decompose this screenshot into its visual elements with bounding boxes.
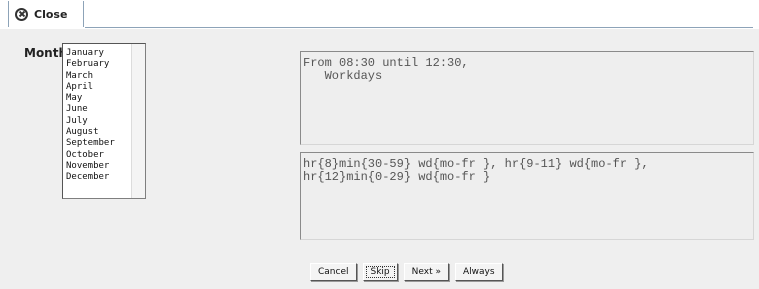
- month-label: Month: [24, 46, 68, 60]
- wizard-buttons: Cancel Skip Next » Always: [310, 263, 503, 281]
- close-button[interactable]: Close: [8, 1, 84, 27]
- month-option-august[interactable]: August: [66, 127, 115, 138]
- schedule-expression-text[interactable]: hr{8}min{30-59} wd{mo-fr }, hr{9-11} wd{…: [300, 152, 754, 240]
- month-option-september[interactable]: September: [66, 138, 115, 149]
- month-option-november[interactable]: November: [66, 161, 115, 172]
- month-option-december[interactable]: December: [66, 172, 115, 183]
- toolbar: Close: [0, 0, 759, 28]
- next-button[interactable]: Next »: [403, 263, 449, 281]
- close-label: Close: [34, 7, 68, 21]
- schedule-readable-text[interactable]: From 08:30 until 12:30, Workdays: [300, 51, 754, 145]
- month-options: January February March April May June Ju…: [66, 48, 115, 184]
- month-list-scrollbar[interactable]: [131, 44, 145, 198]
- close-icon: [15, 7, 28, 21]
- main-panel: Month January February March April May J…: [0, 29, 759, 289]
- month-option-may[interactable]: May: [66, 93, 115, 104]
- month-option-june[interactable]: June: [66, 104, 115, 115]
- month-option-february[interactable]: February: [66, 59, 115, 70]
- toolbar-divider: [85, 27, 753, 28]
- month-option-october[interactable]: October: [66, 150, 115, 161]
- month-listbox[interactable]: January February March April May June Ju…: [62, 43, 146, 199]
- cancel-button[interactable]: Cancel: [310, 263, 357, 281]
- always-button[interactable]: Always: [454, 263, 503, 281]
- month-option-april[interactable]: April: [66, 82, 115, 93]
- month-option-january[interactable]: January: [66, 48, 115, 59]
- skip-button[interactable]: Skip: [362, 263, 398, 281]
- month-option-july[interactable]: July: [66, 116, 115, 127]
- month-option-march[interactable]: March: [66, 71, 115, 82]
